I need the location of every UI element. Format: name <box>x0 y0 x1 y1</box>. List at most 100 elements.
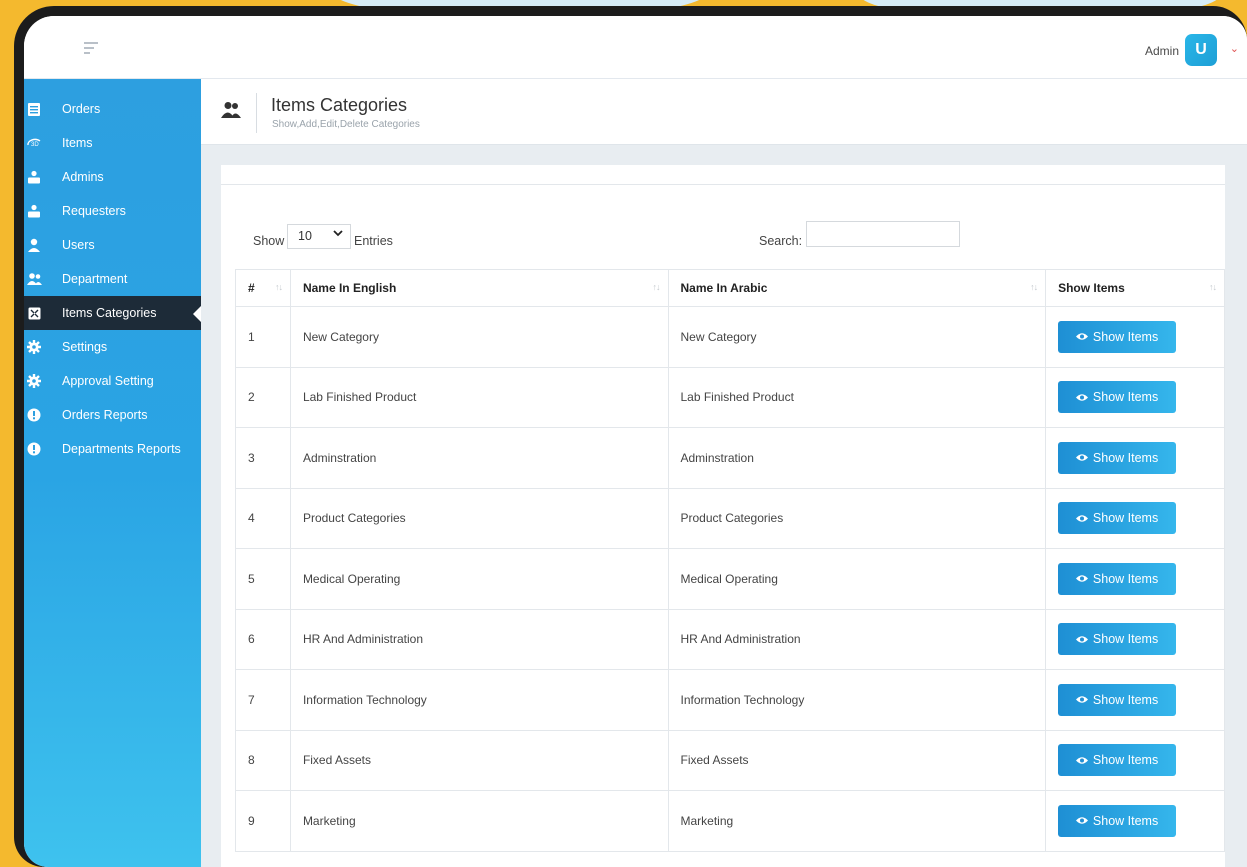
card-divider <box>221 165 1225 185</box>
row-number: 8 <box>235 729 291 791</box>
page-subtitle: Show,Add,Edit,Delete Categories <box>272 119 420 130</box>
table-row: 5 Medical Operating Medical Operating Show … <box>235 548 1225 610</box>
show-items-button[interactable]: Show Items <box>1058 441 1177 474</box>
sidebar-item-label: Department <box>62 272 128 286</box>
show-items-button[interactable]: Show Items <box>1058 562 1177 595</box>
column-header-name-english[interactable]: Name In English ↑↓ <box>289 269 669 307</box>
show-items-label: Show Items <box>1092 571 1159 586</box>
gear-icon <box>26 373 42 389</box>
sidebar-item-label: Admins <box>62 170 104 184</box>
row-name-arabic: Marketing <box>667 790 1047 852</box>
eye-icon <box>1075 757 1088 764</box>
sidebar-item-label: Settings <box>62 340 108 354</box>
show-items-label: Show Items <box>1092 632 1159 647</box>
user-group-icon <box>26 203 42 219</box>
row-actions: Show Items <box>1045 729 1225 791</box>
table-row: 3 Adminstration Adminstration Show Items <box>235 427 1225 489</box>
page-header: Items Categories Show,Add,Edit,Delete Ca… <box>201 79 1247 145</box>
sidebar-item-admins[interactable]: Admins <box>24 160 201 194</box>
sidebar-item-orders[interactable]: Orders <box>24 92 201 126</box>
eye-icon <box>1075 636 1088 643</box>
row-name-english: Product Categories <box>289 487 669 549</box>
user-icon <box>26 237 42 253</box>
sidebar-item-label: Items Categories <box>62 306 157 320</box>
sidebar-item-items[interactable]: 3D Items <box>24 126 201 160</box>
chevron-down-icon[interactable]: ⌄ <box>1230 42 1239 55</box>
sidebar-item-label: Items <box>62 136 93 150</box>
table-row: 7 Information Technology Information Techn… <box>235 669 1225 731</box>
row-number: 6 <box>235 608 291 670</box>
page-title: Items Categories <box>271 95 408 115</box>
table-row: 1 New Category New Category Show Items <box>235 306 1225 368</box>
sort-icon: ↑↓ <box>1030 282 1038 292</box>
row-name-arabic: Product Categories <box>667 487 1047 549</box>
sidebar: Orders 3D Items Admins Requesters Users <box>24 79 201 867</box>
show-items-button[interactable]: Show Items <box>1058 502 1177 535</box>
user-name-label[interactable]: Admin <box>1145 44 1179 58</box>
sidebar-item-departments-reports[interactable]: Departments Reports <box>24 432 201 466</box>
categories-table: # ↑↓ Name In English ↑↓ Name In Arabic ↑↓ S… <box>235 269 1225 852</box>
column-header-show-items[interactable]: Show Items ↑↓ <box>1045 269 1225 307</box>
eye-icon <box>1075 454 1088 461</box>
eye-icon <box>1075 575 1088 582</box>
categories-card: Show 10 Entries Search: # ↑↓ Name In Engl… <box>221 165 1225 867</box>
sidebar-item-label: Orders Reports <box>62 408 148 422</box>
sort-icon: ↑↓ <box>274 282 283 292</box>
show-items-button[interactable]: Show Items <box>1058 744 1177 777</box>
row-name-arabic: Medical Operating <box>667 548 1047 610</box>
column-header-number[interactable]: # ↑↓ <box>235 269 291 307</box>
row-number: 3 <box>235 427 291 489</box>
row-actions: Show Items <box>1045 790 1225 852</box>
row-name-english: Fixed Assets <box>289 729 669 791</box>
column-header-name-arabic[interactable]: Name In Arabic ↑↓ <box>667 269 1047 307</box>
row-actions: Show Items <box>1045 548 1225 610</box>
column-header-label: Name In Arabic <box>680 281 768 295</box>
sidebar-item-approval-setting[interactable]: Approval Setting <box>24 364 201 398</box>
sort-icon: ↑↓ <box>1209 282 1217 292</box>
users-icon <box>26 271 42 287</box>
entries-label: Entries <box>354 234 393 248</box>
header-divider <box>256 93 257 133</box>
sidebar-item-users[interactable]: Users <box>24 228 201 262</box>
row-number: 5 <box>235 548 291 610</box>
search-input[interactable] <box>806 221 960 247</box>
sidebar-item-items-categories[interactable]: Items Categories <box>24 296 201 330</box>
eye-icon <box>1075 817 1088 824</box>
row-name-arabic: Fixed Assets <box>667 729 1047 791</box>
row-name-arabic: HR And Administration <box>667 608 1047 670</box>
sidebar-item-label: Orders <box>62 102 101 116</box>
top-bar: Admin U ⌄ <box>24 16 1247 79</box>
show-items-button[interactable]: Show Items <box>1058 804 1177 837</box>
sidebar-item-label: Departments Reports <box>62 442 181 456</box>
row-name-english: Information Technology <box>289 669 669 731</box>
row-name-arabic: Information Technology <box>667 669 1047 731</box>
avatar[interactable]: U <box>1185 34 1217 66</box>
sidebar-item-requesters[interactable]: Requesters <box>24 194 201 228</box>
row-actions: Show Items <box>1045 306 1225 368</box>
row-name-arabic: Lab Finished Product <box>667 366 1047 428</box>
column-header-label: Show Items <box>1058 281 1125 295</box>
row-actions: Show Items <box>1045 427 1225 489</box>
sidebar-item-label: Users <box>62 238 95 252</box>
sidebar-item-department[interactable]: Department <box>24 262 201 296</box>
sort-icon: ↑↓ <box>652 282 661 292</box>
menu-toggle-icon[interactable] <box>84 42 100 54</box>
sidebar-item-orders-reports[interactable]: Orders Reports <box>24 398 201 432</box>
entries-select[interactable]: 10 <box>287 224 351 249</box>
row-actions: Show Items <box>1045 669 1225 731</box>
sidebar-item-settings[interactable]: Settings <box>24 330 201 364</box>
table-row: 6 HR And Administration HR And Administrat… <box>235 608 1225 670</box>
show-items-button[interactable]: Show Items <box>1058 320 1177 353</box>
show-items-button[interactable]: Show Items <box>1058 623 1177 656</box>
show-items-button[interactable]: Show Items <box>1058 381 1177 414</box>
user-group-icon <box>26 169 42 185</box>
show-label: Show <box>253 234 285 248</box>
eye-icon <box>1075 515 1088 522</box>
row-number: 2 <box>235 366 291 428</box>
show-items-button[interactable]: Show Items <box>1058 683 1177 716</box>
chevron-down-icon <box>333 228 343 241</box>
table-row: 4 Product Categories Product Categories Sho… <box>235 487 1225 549</box>
show-items-label: Show Items <box>1092 511 1159 526</box>
row-actions: Show Items <box>1045 487 1225 549</box>
entries-select-value: 10 <box>298 229 312 243</box>
